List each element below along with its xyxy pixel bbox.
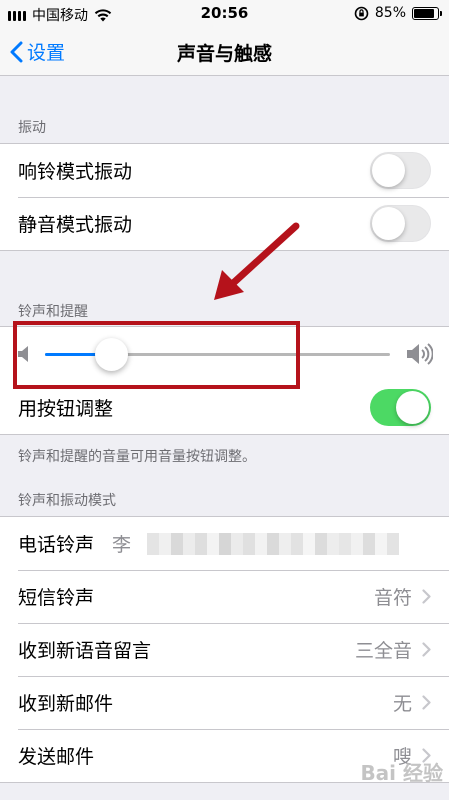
navigation-bar: 设置 声音与触感 xyxy=(0,28,449,76)
chevron-right-icon xyxy=(422,589,431,604)
battery-icon xyxy=(412,6,442,20)
new-mail-value: 无 xyxy=(392,693,412,715)
change-with-buttons-label: 用按钮调整 xyxy=(18,398,114,420)
vibrate-on-ring-row: 响铃模式振动 xyxy=(0,144,449,197)
ringtone-label: 电话铃声 xyxy=(18,534,95,556)
watermark: Bai 经验 xyxy=(360,761,443,785)
new-voicemail-value: 三全音 xyxy=(354,640,412,662)
text-tone-value: 音符 xyxy=(373,587,412,609)
vibrate-on-ring-switch[interactable] xyxy=(370,152,431,189)
section-header-vibration: 振动 xyxy=(18,120,46,136)
battery-percent: 85% xyxy=(374,5,406,21)
chevron-right-icon xyxy=(422,695,431,710)
page-title: 声音与触感 xyxy=(176,43,272,65)
sent-mail-label: 发送邮件 xyxy=(18,746,95,768)
new-mail-label: 收到新邮件 xyxy=(18,693,114,715)
change-with-buttons-switch[interactable] xyxy=(370,389,431,426)
patterns-group: 电话铃声 李 短信铃声 音符 收到新语音留言 三全音 收到新邮件 无 发送邮件 … xyxy=(0,516,449,783)
status-bar: 中国移动 20:56 85% xyxy=(0,0,449,28)
text-tone-row[interactable]: 短信铃声 音符 xyxy=(0,570,449,623)
blurred-value xyxy=(147,532,431,555)
new-voicemail-row[interactable]: 收到新语音留言 三全音 xyxy=(0,623,449,676)
new-voicemail-label: 收到新语音留言 xyxy=(18,640,152,662)
annotation-highlight-box xyxy=(13,321,300,389)
text-tone-label: 短信铃声 xyxy=(18,587,95,609)
ringtone-value: 李 xyxy=(112,534,132,556)
vibrate-on-silent-switch[interactable] xyxy=(370,205,431,242)
chevron-right-icon xyxy=(422,642,431,657)
section-header-ringer: 铃声和提醒 xyxy=(18,304,88,320)
orientation-lock-icon xyxy=(354,6,369,20)
vibrate-on-silent-label: 静音模式振动 xyxy=(18,214,133,236)
section-header-patterns: 铃声和振动模式 xyxy=(18,493,116,509)
ringer-footer-note: 铃声和提醒的音量可用音量按钮调整。 xyxy=(18,449,256,465)
volume-high-icon xyxy=(407,343,433,365)
ringtone-row[interactable]: 电话铃声 李 xyxy=(0,517,449,570)
new-mail-row[interactable]: 收到新邮件 无 xyxy=(0,676,449,729)
vibrate-on-ring-label: 响铃模式振动 xyxy=(18,161,133,183)
annotation-arrow xyxy=(214,222,300,300)
status-right: 85% xyxy=(354,5,442,21)
